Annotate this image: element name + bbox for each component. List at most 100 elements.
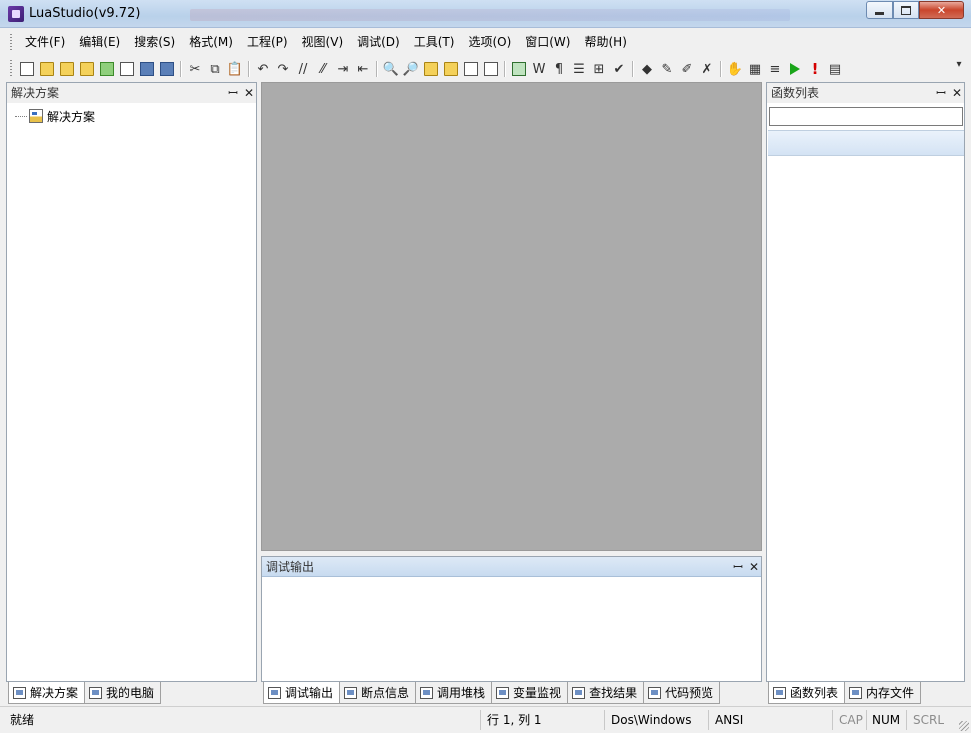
tab-solution[interactable]: 解决方案 (8, 682, 86, 704)
panel-icon[interactable]: ▤ (825, 59, 845, 79)
copy-icon[interactable]: ⧉ (205, 59, 225, 79)
tab-find-results[interactable]: 查找结果 (567, 682, 645, 704)
close-icon[interactable]: ✕ (747, 559, 761, 575)
menu-options[interactable]: 选项(O) (461, 34, 518, 50)
tab-label: 解决方案 (30, 686, 79, 700)
paste-icon[interactable]: 📋 (225, 59, 245, 79)
uncomment-icon[interactable]: ⁄⁄ (313, 59, 333, 79)
menu-debug[interactable]: 调试(D) (350, 34, 407, 50)
find-in-files-icon[interactable] (421, 59, 441, 79)
maximize-button[interactable] (893, 1, 919, 19)
tab-watch[interactable]: 变量监视 (491, 682, 569, 704)
status-num: NUM (872, 713, 901, 727)
breakpoint-add-icon[interactable]: ✎ (657, 59, 677, 79)
menu-edit[interactable]: 编辑(E) (72, 34, 127, 50)
status-bar: 就绪 行 1, 列 1 Dos\Windows ANSI CAP NUM SCR… (0, 706, 971, 733)
menu-view[interactable]: 视图(V) (295, 34, 351, 50)
menu-bar: 文件(F) 编辑(E) 搜索(S) 格式(M) 工程(P) 视图(V) 调试(D… (0, 29, 971, 55)
toolbar-overflow-icon[interactable]: ▾ (953, 60, 965, 78)
breakpoint-remove-icon[interactable]: ✐ (677, 59, 697, 79)
menu-file[interactable]: 文件(F) (18, 34, 72, 50)
close-button[interactable]: ✕ (919, 1, 964, 19)
tree-icon[interactable] (117, 59, 137, 79)
watch-icon (496, 686, 510, 699)
close-icon[interactable]: ✕ (242, 85, 256, 101)
format-icon[interactable]: ☰ (569, 59, 589, 79)
code-preview-icon (648, 686, 662, 699)
save-icon[interactable] (137, 59, 157, 79)
toolbar: ✂ ⧉ 📋 ↶ ↷ // ⁄⁄ ⇥ ⇤ 🔍 🔎 W ¶ ☰ ⊞ ✔ ◆ ✎ ✐ … (0, 57, 971, 81)
tab-my-computer[interactable]: 我的电脑 (84, 682, 162, 704)
undo-icon[interactable]: ↶ (253, 59, 273, 79)
tab-code-preview[interactable]: 代码预览 (643, 682, 721, 704)
word-wrap-icon[interactable]: W (529, 59, 549, 79)
memory-file-icon (849, 686, 863, 699)
breakpoint-list-icon (344, 686, 358, 699)
menu-help[interactable]: 帮助(H) (577, 34, 633, 50)
save-all-icon[interactable] (157, 59, 177, 79)
indent-icon[interactable]: ⇥ (333, 59, 353, 79)
open-folder-icon[interactable] (57, 59, 77, 79)
list-icon[interactable]: ≡ (765, 59, 785, 79)
window-title: LuaStudio(v9.72) (29, 6, 141, 21)
status-divider (480, 710, 481, 730)
tab-label: 调试输出 (285, 686, 334, 700)
status-ready: 就绪 (10, 713, 35, 727)
status-divider (604, 710, 605, 730)
check-icon[interactable]: ✔ (609, 59, 629, 79)
cut-icon[interactable]: ✂ (185, 59, 205, 79)
tree-line (15, 115, 27, 117)
calendar-icon[interactable]: ▦ (745, 59, 765, 79)
close-icon[interactable]: ✕ (950, 85, 964, 101)
solution-panel: 解决方案 ꟷ ✕ 解决方案 (6, 82, 257, 682)
find-icon[interactable]: 🔍 (381, 59, 401, 79)
pin-icon[interactable]: ꟷ (934, 85, 948, 101)
status-divider (866, 710, 867, 730)
function-search-input[interactable] (769, 107, 963, 126)
new-project-icon[interactable] (37, 59, 57, 79)
bookmark-prev-icon[interactable] (461, 59, 481, 79)
bookmark-next-icon[interactable] (481, 59, 501, 79)
solution-panel-header: 解决方案 ꟷ ✕ (7, 83, 256, 103)
breakpoint-clear-icon[interactable]: ✗ (697, 59, 717, 79)
tab-memory-files[interactable]: 内存文件 (844, 682, 922, 704)
pin-icon[interactable]: ꟷ (731, 559, 745, 575)
menu-grip[interactable] (10, 34, 12, 50)
redo-icon[interactable]: ↷ (273, 59, 293, 79)
tree-node-solution[interactable]: 解决方案 (15, 107, 95, 125)
function-tabs: 函数列表 内存文件 (768, 682, 922, 704)
pilcrow-icon[interactable]: ¶ (549, 59, 569, 79)
menu-window[interactable]: 窗口(W) (518, 34, 577, 50)
toolbar-separator (629, 59, 637, 79)
tab-breakpoints[interactable]: 断点信息 (339, 682, 417, 704)
resize-grip-icon[interactable] (959, 721, 969, 731)
hand-icon[interactable]: ✋ (725, 59, 745, 79)
menu-tools[interactable]: 工具(T) (407, 34, 462, 50)
tab-debug-output[interactable]: 调试输出 (263, 682, 341, 704)
tab-call-stack[interactable]: 调用堆栈 (415, 682, 493, 704)
run-icon[interactable] (785, 59, 805, 79)
minimize-button[interactable] (866, 1, 893, 19)
properties-icon[interactable] (97, 59, 117, 79)
fullscreen-icon[interactable] (509, 59, 529, 79)
breakpoint-icon[interactable]: ◆ (637, 59, 657, 79)
new-file-icon[interactable] (17, 59, 37, 79)
pin-icon[interactable]: ꟷ (226, 85, 240, 101)
editor-area[interactable] (261, 82, 762, 551)
menu-format[interactable]: 格式(M) (182, 34, 240, 50)
toolbar-separator (373, 59, 381, 79)
function-list-selector[interactable] (768, 130, 964, 156)
find-next-icon[interactable]: 🔎 (401, 59, 421, 79)
outdent-icon[interactable]: ⇤ (353, 59, 373, 79)
replace-icon[interactable] (441, 59, 461, 79)
tab-function-list[interactable]: 函数列表 (768, 682, 846, 704)
toolbar-grip[interactable] (10, 60, 12, 76)
comment-icon[interactable]: // (293, 59, 313, 79)
toggle-icon[interactable]: ⊞ (589, 59, 609, 79)
stop-icon[interactable]: ! (805, 59, 825, 79)
menu-search[interactable]: 搜索(S) (127, 34, 182, 50)
function-list-title: 函数列表 (771, 86, 820, 100)
menu-project[interactable]: 工程(P) (240, 34, 295, 50)
open-project-icon[interactable] (77, 59, 97, 79)
tab-label: 查找结果 (589, 686, 638, 700)
